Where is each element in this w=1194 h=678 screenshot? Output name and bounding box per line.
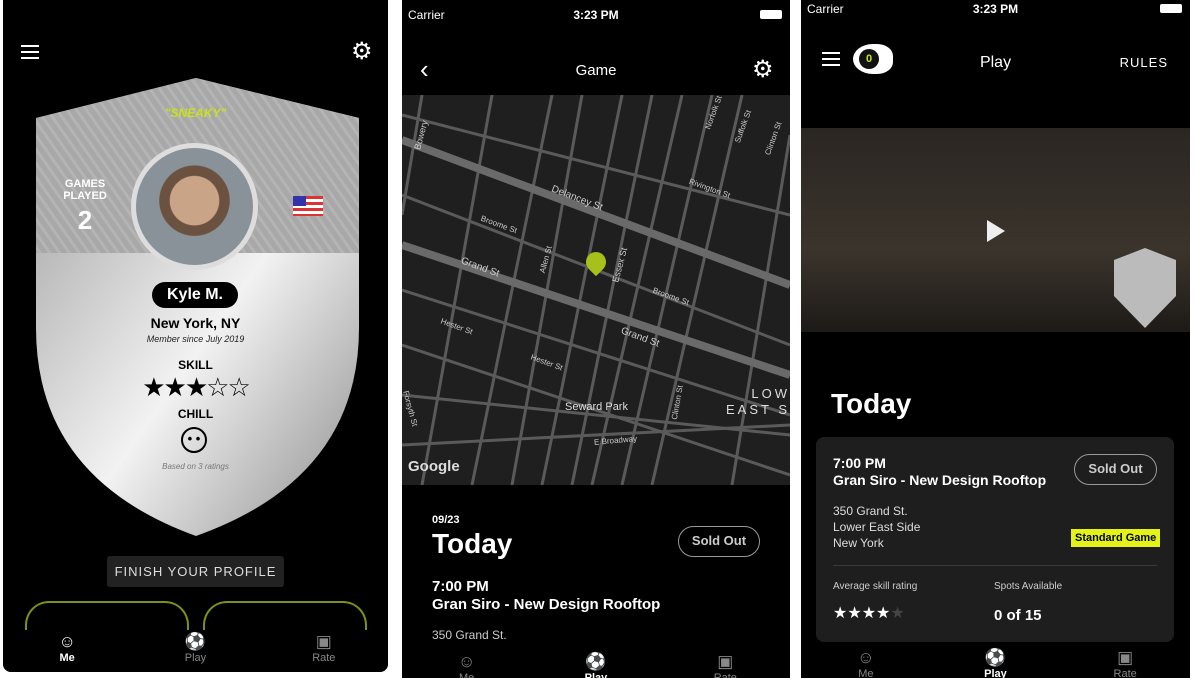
- spots-label: Spots Available: [994, 581, 1063, 592]
- tab-label: Play: [184, 652, 207, 664]
- neutral-face-icon: • •: [181, 427, 207, 453]
- person-icon: ☺: [58, 632, 76, 651]
- tab-label: Play: [584, 672, 608, 678]
- clock: 3:23 PM: [573, 8, 619, 22]
- avg-skill-stars: ★★★★★: [833, 603, 905, 623]
- sold-out-button[interactable]: Sold Out: [1074, 454, 1157, 485]
- game-time: 7:00 PM: [432, 578, 489, 595]
- chill-label: CHILL: [177, 407, 214, 421]
- venue-address: 350 Grand St.: [432, 628, 507, 642]
- tab-me[interactable]: ☺ Me: [826, 648, 906, 678]
- player-location: New York, NY: [150, 315, 241, 331]
- me-screen: ⚙ "SNEAKY" GAMES PLAYED 2 Kyle M. New Yo…: [3, 0, 388, 672]
- spots-available: 0 of 15: [994, 607, 1042, 624]
- tab-label: Play: [984, 668, 1007, 678]
- soccer-ball-icon: ⚽: [984, 648, 1007, 667]
- gear-icon[interactable]: ⚙: [351, 40, 373, 64]
- invite-friends-button[interactable]: [25, 601, 189, 631]
- game-type-badge: Standard Game: [1071, 529, 1161, 547]
- venue-name: Gran Siro - New Design Rooftop: [432, 596, 661, 613]
- player-card-thumbnail: [1114, 248, 1176, 328]
- game-day: Today: [432, 528, 513, 559]
- star-filled-icon: ★: [847, 605, 862, 622]
- tab-bar: ☺ Me ⚽ Play ▣ Rate: [801, 648, 1190, 678]
- tab-bar: ☺ Me ⚽ Play ▣ Rate: [3, 630, 388, 672]
- status-bar: Carrier 3:23 PM: [801, 2, 1190, 18]
- skill-label: SKILL: [178, 358, 213, 372]
- games-played-label: GAMES PLAYED: [63, 178, 107, 202]
- star-empty-icon: ☆: [206, 372, 229, 402]
- tab-label: Me: [459, 672, 475, 678]
- tab-rate[interactable]: ▣ Rate: [685, 652, 765, 678]
- day-heading: Today: [831, 388, 912, 419]
- game-screen: Carrier 3:23 PM ‹ Game ⚙ Bowery Delancey…: [402, 0, 790, 678]
- tab-play[interactable]: ⚽ Play: [556, 652, 636, 678]
- tab-label: Rate: [1113, 668, 1137, 678]
- send-feedback-button[interactable]: [203, 601, 367, 631]
- page-title: Game: [575, 62, 617, 79]
- tab-rate[interactable]: ▣ Rate: [1085, 648, 1165, 678]
- divider: [833, 565, 1157, 566]
- map-label: Seward Park: [565, 401, 628, 413]
- play-screen: Carrier 3:23 PM 0 Play RULES Today 7:00 …: [801, 0, 1190, 678]
- map[interactable]: [402, 95, 790, 485]
- star-filled-icon: ★: [876, 605, 891, 622]
- soccer-ball-icon: ⚽: [585, 652, 607, 671]
- tab-label: Me: [858, 668, 874, 678]
- star-empty-icon: ★: [890, 605, 905, 622]
- soccer-ball-icon: ⚽: [184, 632, 207, 651]
- address-line: 350 Grand St.: [833, 504, 908, 518]
- game-card[interactable]: 7:00 PM Gran Siro - New Design Rooftop S…: [816, 437, 1174, 642]
- avatar[interactable]: [131, 143, 258, 270]
- address-line: New York: [833, 536, 884, 550]
- tab-label: Me: [59, 652, 75, 664]
- star-filled-icon: ★: [833, 605, 848, 622]
- nickname: "SNEAKY": [164, 106, 227, 120]
- game-date: 09/23: [432, 514, 460, 526]
- tab-me[interactable]: ☺ Me: [427, 652, 507, 678]
- tab-bar: ☺ Me ⚽ Play ▣ Rate: [402, 652, 790, 678]
- ratings-note: Based on 3 ratings: [162, 462, 229, 471]
- venue-name: Gran Siro - New Design Rooftop: [833, 472, 1047, 488]
- tab-label: Rate: [312, 652, 336, 664]
- tab-label: Rate: [713, 672, 737, 678]
- finish-profile-button[interactable]: FINISH YOUR PROFILE: [107, 556, 284, 587]
- rules-link[interactable]: RULES: [1120, 55, 1168, 70]
- menu-icon[interactable]: [21, 45, 39, 59]
- player-name: Kyle M.: [152, 282, 238, 308]
- field-icon: ▣: [1117, 648, 1134, 667]
- clock: 3:23 PM: [972, 2, 1019, 16]
- person-icon: ☺: [457, 652, 476, 671]
- skill-stars: ★★★☆☆: [3, 372, 388, 403]
- google-logo: Google: [408, 458, 460, 475]
- star-empty-icon: ☆: [227, 372, 250, 402]
- video-player[interactable]: [801, 128, 1190, 332]
- status-bar: Carrier 3:23 PM: [402, 8, 790, 24]
- star-filled-icon: ★: [184, 372, 208, 402]
- play-icon[interactable]: [987, 220, 1005, 242]
- star-filled-icon: ★: [163, 372, 187, 402]
- address-line: Lower East Side: [833, 520, 921, 534]
- games-played-count: 2: [77, 205, 93, 235]
- tab-play[interactable]: ⚽ Play: [955, 648, 1035, 678]
- gear-icon[interactable]: ⚙: [752, 58, 774, 82]
- map-area-label: LOW EAST S: [726, 386, 790, 417]
- star-filled-icon: ★: [861, 605, 877, 622]
- tab-rate[interactable]: ▣ Rate: [284, 632, 364, 672]
- star-filled-icon: ★: [142, 372, 165, 402]
- field-icon: ▣: [717, 652, 734, 671]
- tab-play[interactable]: ⚽ Play: [155, 632, 235, 672]
- battery-icon: [760, 10, 782, 19]
- person-icon: ☺: [857, 648, 875, 667]
- us-flag-icon: [293, 196, 323, 216]
- field-icon: ▣: [315, 632, 332, 651]
- tab-me[interactable]: ☺ Me: [27, 632, 107, 672]
- member-since: Member since July 2019: [146, 334, 245, 344]
- sold-out-button[interactable]: Sold Out: [678, 526, 760, 557]
- game-time: 7:00 PM: [833, 455, 886, 471]
- battery-icon: [1160, 4, 1182, 13]
- avg-skill-label: Average skill rating: [833, 581, 918, 592]
